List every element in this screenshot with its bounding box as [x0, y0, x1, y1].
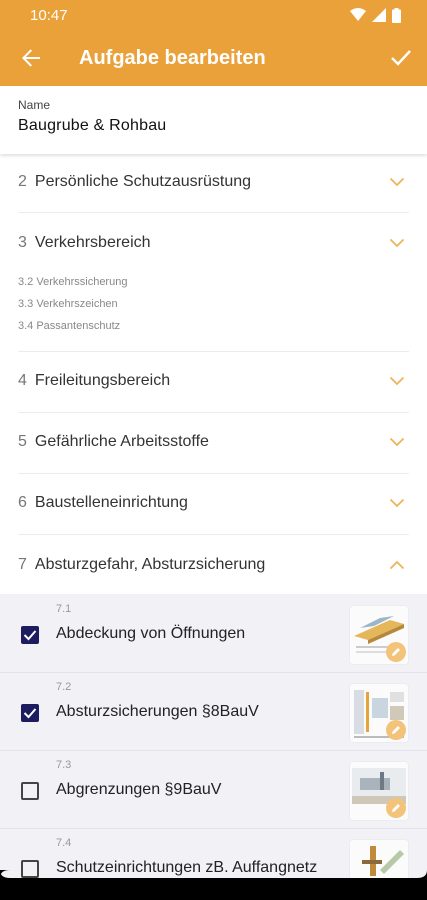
section-title: 7 Absturzgefahr, Absturzsicherung — [18, 556, 265, 574]
task-thumbnail[interactable] — [350, 684, 408, 742]
task-label: Absturzsicherungen §8BauV — [56, 703, 259, 720]
divider — [18, 534, 409, 535]
chevron-down-icon — [387, 172, 407, 192]
subitem: 3.4 Passantenschutz — [18, 320, 121, 332]
back-button[interactable] — [0, 30, 62, 86]
section-number: 5 — [18, 433, 27, 450]
divider — [18, 473, 409, 474]
task-checkbox[interactable] — [21, 860, 39, 878]
task-row[interactable]: 7.2 Absturzsicherungen §8BauV — [0, 672, 427, 750]
section-label: Absturzgefahr, Absturzsicherung — [34, 556, 266, 573]
page-title: Aufgabe bearbeiten — [79, 46, 266, 69]
task-label: Abdeckung von Öffnungen — [56, 625, 246, 642]
task-label: Abgrenzungen §9BauV — [56, 781, 222, 798]
save-button[interactable] — [375, 30, 427, 86]
thumbnail-image — [350, 840, 408, 878]
section-6[interactable]: 6 Baustelleneinrichtung — [18, 491, 409, 515]
name-value: Baugrube & Rohbau — [18, 117, 167, 134]
status-bar: 10:47 — [0, 0, 427, 30]
wifi-icon — [350, 8, 366, 21]
check-icon — [23, 708, 37, 719]
name-field[interactable]: Name Baugrube & Rohbau — [0, 86, 427, 154]
task-number: 7.2 — [56, 681, 72, 693]
status-icons — [350, 7, 401, 23]
section-title: 6 Baustelleneinrichtung — [18, 494, 188, 512]
section-label: Verkehrsbereich — [34, 234, 151, 251]
battery-icon — [392, 7, 401, 23]
section-title: 4 Freileitungsbereich — [18, 372, 170, 390]
task-row[interactable]: 7.4 Schutzeinrichtungen zB. Auffangnetz — [0, 828, 427, 878]
edit-image-button[interactable] — [386, 642, 406, 662]
chevron-down-icon — [387, 371, 407, 391]
section-4[interactable]: 4 Freileitungsbereich — [18, 369, 409, 393]
check-icon — [391, 50, 411, 66]
subitem: 3.2 Verkehrssicherung — [18, 276, 128, 288]
section-label: Freileitungsbereich — [34, 372, 171, 389]
task-number: 7.3 — [56, 759, 72, 771]
signal-icon — [372, 8, 386, 22]
name-label: Name — [18, 98, 51, 112]
edit-image-button[interactable] — [386, 720, 406, 740]
task-checkbox[interactable] — [21, 704, 39, 722]
section-number: 3 — [18, 234, 27, 251]
task-number: 7.4 — [56, 837, 72, 849]
task-row[interactable]: 7.1 Abdeckung von Öffnungen — [0, 594, 427, 672]
app-bar: Aufgabe bearbeiten — [0, 30, 427, 86]
task-number: 7.1 — [56, 603, 72, 615]
section-number: 6 — [18, 494, 27, 511]
chevron-down-icon — [387, 233, 407, 253]
section-title: 5 Gefährliche Arbeitsstoffe — [18, 433, 209, 451]
section-title: 2 Persönliche Schutzausrüstung — [18, 173, 251, 191]
divider — [18, 351, 409, 352]
chevron-down-icon — [387, 493, 407, 513]
check-icon — [23, 630, 37, 641]
task-thumbnail[interactable] — [350, 762, 408, 820]
navigation-bar — [0, 878, 427, 900]
divider — [18, 412, 409, 413]
subitem: 3.3 Verkehrszeichen — [18, 298, 118, 310]
task-checkbox[interactable] — [21, 782, 39, 800]
section-5[interactable]: 5 Gefährliche Arbeitsstoffe — [18, 430, 409, 454]
task-thumbnail[interactable] — [350, 606, 408, 664]
task-label: Schutzeinrichtungen zB. Auffangnetz — [56, 859, 318, 876]
pencil-icon — [392, 648, 400, 656]
task-checkbox[interactable] — [21, 626, 39, 644]
edit-image-button[interactable] — [386, 798, 406, 818]
section-label: Gefährliche Arbeitsstoffe — [34, 433, 209, 450]
arrow-back-icon — [22, 49, 40, 67]
pencil-icon — [392, 726, 400, 734]
section-2[interactable]: 2 Persönliche Schutzausrüstung — [18, 170, 409, 194]
chevron-down-icon — [387, 432, 407, 452]
section-label: Persönliche Schutzausrüstung — [34, 173, 252, 190]
section-7[interactable]: 7 Absturzgefahr, Absturzsicherung — [18, 553, 409, 577]
task-row[interactable]: 7.3 Abgrenzungen §9BauV — [0, 750, 427, 828]
section-number: 7 — [18, 556, 27, 573]
section-title: 3 Verkehrsbereich — [18, 234, 151, 252]
pencil-icon — [392, 804, 400, 812]
task-list: 7.1 Abdeckung von Öffnungen 7.2 Absturzs — [0, 594, 427, 878]
section-number: 2 — [18, 173, 27, 190]
section-label: Baustelleneinrichtung — [34, 494, 188, 511]
status-time: 10:47 — [30, 6, 68, 24]
section-3[interactable]: 3 Verkehrsbereich — [18, 231, 409, 255]
task-thumbnail[interactable] — [350, 840, 408, 878]
section-number: 4 — [18, 372, 27, 389]
divider — [18, 212, 409, 213]
chevron-up-icon — [387, 555, 407, 575]
